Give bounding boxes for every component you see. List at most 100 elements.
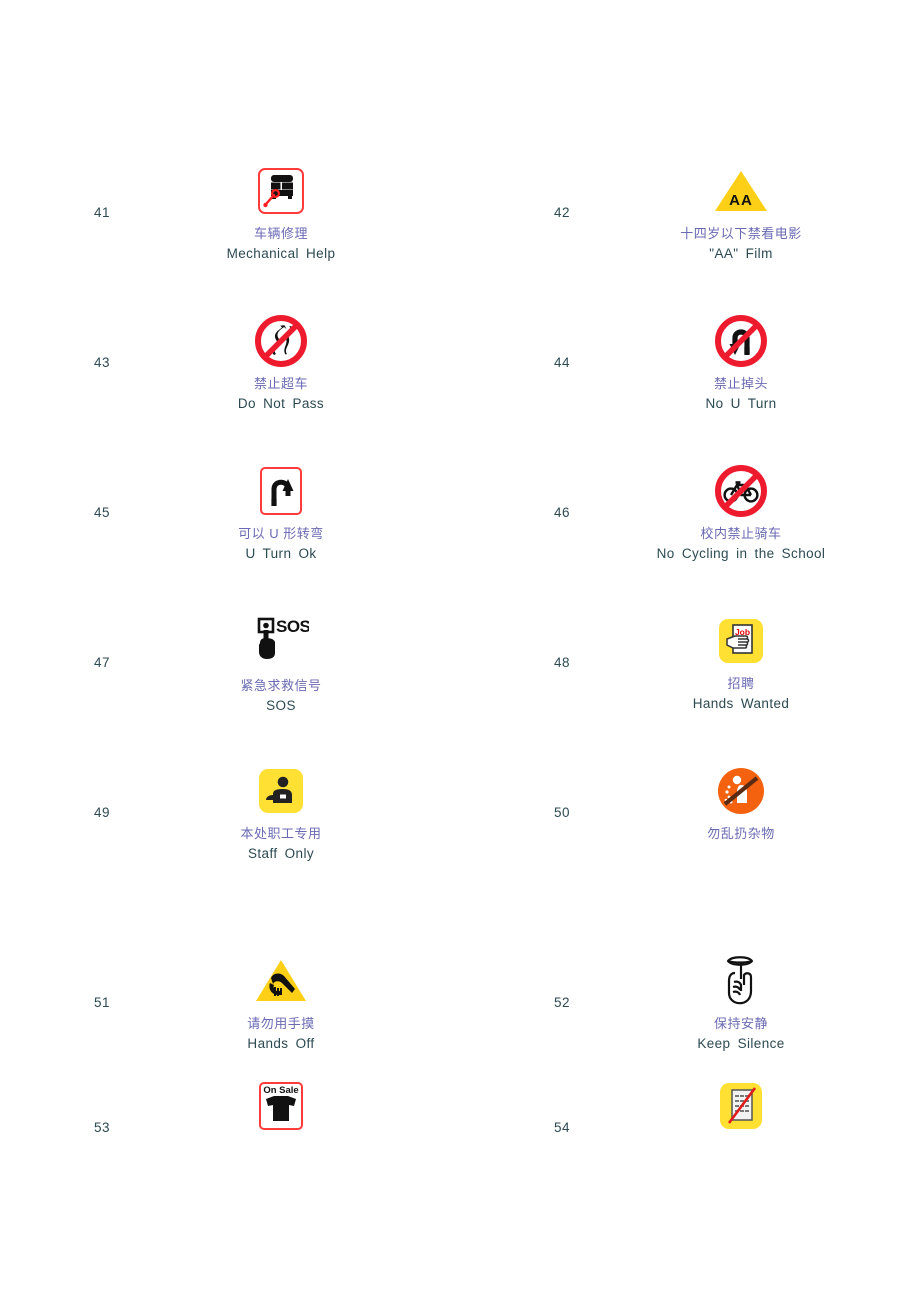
sign-caption-en: SOS	[266, 697, 296, 713]
sign-cell-51: 51 请勿用手摸 Hands Off	[0, 960, 460, 1054]
sign-icon-wrap	[720, 1077, 762, 1135]
sign-number: 49	[93, 805, 110, 820]
sign-icon-wrap: Job	[719, 612, 763, 670]
sign-body: Job 招聘 Hands Wanted	[562, 619, 920, 714]
sign-number: 53	[93, 1120, 110, 1135]
sign-cell-49: 49 本处职工专用 Staff Only	[0, 769, 460, 864]
sign-body: AA 十四岁以下禁看电影 "AA" Film	[562, 171, 920, 264]
sign-row: 45 可以 U 形转弯 U Turn Ok 46 校内禁止骑车 No Cycli…	[0, 465, 920, 564]
sign-row: 51 请勿用手摸 Hands Off 52 保持安静 Keep Silence	[0, 956, 920, 1054]
sign-number: 51	[93, 995, 110, 1010]
sign-caption-en: Do Not Pass	[237, 395, 325, 411]
sign-cell-54: 54	[460, 1083, 920, 1140]
staff-only-badge-person-icon	[259, 769, 303, 813]
sign-icon-wrap: On Sale	[259, 1077, 303, 1135]
sign-body: On Sale	[102, 1082, 460, 1140]
sign-cell-41: 41 车辆修理 Mechanical Help	[0, 168, 460, 264]
sign-icon-wrap	[252, 952, 310, 1010]
sign-row: 41 车辆修理 Mechanical Help 42 AA 十四岁以下禁看电影 …	[0, 168, 920, 264]
sign-caption-cn: 校内禁止骑车	[700, 526, 782, 541]
sign-cell-45: 45 可以 U 形转弯 U Turn Ok	[0, 467, 460, 564]
sign-cell-44: 44 禁止掉头 No U Turn	[460, 315, 920, 414]
signs-catalog-page: 41 车辆修理 Mechanical Help 42 AA 十四岁以下禁看电影 …	[0, 0, 920, 1302]
sos-label: SOS	[276, 617, 309, 636]
sign-body: 禁止掉头 No U Turn	[562, 315, 920, 414]
sign-icon-wrap	[714, 462, 768, 520]
sign-number: 50	[553, 805, 570, 820]
sign-cell-50: 50 勿乱扔杂物	[460, 768, 920, 864]
sign-caption-cn: 车辆修理	[253, 226, 308, 241]
sign-cell-52: 52 保持安静 Keep Silence	[460, 956, 920, 1054]
sign-body: 车辆修理 Mechanical Help	[102, 168, 460, 264]
sign-caption-en: Mechanical Help	[226, 245, 336, 261]
sign-caption-en: No U Turn	[705, 395, 777, 411]
sos-button-hand-icon: SOS	[257, 617, 309, 659]
sign-caption-cn: 十四岁以下禁看电影	[680, 226, 802, 241]
no-cycling-icon	[715, 465, 767, 517]
sign-number: 44	[553, 355, 570, 370]
sign-icon-wrap	[718, 950, 764, 1010]
bus-wrench-mechanical-help-icon	[258, 168, 304, 214]
sign-caption-en: "AA" Film	[709, 245, 773, 261]
job-hands-wanted-icon: Job	[719, 619, 763, 663]
sign-body: 禁止超车 Do Not Pass	[102, 315, 460, 414]
sign-cell-47: 47 SOS 紧急求救信号 SOS	[0, 617, 460, 716]
sign-caption-cn: 保持安静	[713, 1016, 768, 1031]
on-sale-tshirt-icon: On Sale	[259, 1082, 303, 1130]
sign-row: 53 On Sale 54	[0, 1082, 920, 1140]
sign-caption-en: Hands Off	[247, 1035, 315, 1051]
sign-body: 可以 U 形转弯 U Turn Ok	[102, 467, 460, 564]
sign-caption-cn: 禁止掉头	[713, 376, 768, 391]
sign-icon-wrap	[259, 762, 303, 820]
sign-icon-wrap	[715, 762, 767, 820]
sign-body: 保持安静 Keep Silence	[562, 956, 920, 1054]
sign-number: 47	[93, 655, 110, 670]
yellow-triangle-aa-film-icon: AA	[715, 171, 767, 211]
aa-label: AA	[729, 192, 753, 209]
sign-cell-46: 46 校内禁止骑车 No Cycling in the School	[460, 465, 920, 564]
sign-caption-cn: 勿乱扔杂物	[707, 826, 775, 841]
sign-caption-en: No Cycling in the School	[656, 545, 826, 561]
sign-caption-en: Staff Only	[247, 845, 315, 861]
sign-body: SOS 紧急求救信号 SOS	[102, 617, 460, 716]
sign-icon-wrap: SOS	[253, 610, 309, 672]
sign-cell-48: 48 Job 招聘 Hands Wanted	[460, 619, 920, 716]
sign-number: 52	[553, 995, 570, 1010]
sign-number: 41	[93, 205, 110, 220]
sign-body	[562, 1083, 920, 1140]
sign-caption-cn: 可以 U 形转弯	[238, 526, 324, 541]
tshirt-glyph	[266, 1096, 296, 1122]
sign-cell-53: 53 On Sale	[0, 1082, 460, 1140]
sign-icon-wrap	[254, 312, 308, 370]
sign-caption-cn: 招聘	[727, 676, 755, 691]
sign-number: 54	[553, 1120, 570, 1135]
no-documents-crossed-out-icon	[720, 1083, 762, 1129]
sign-icon-wrap	[258, 162, 304, 220]
sign-caption-en: Hands Wanted	[692, 695, 790, 711]
no-littering-icon	[718, 768, 764, 814]
sign-number: 43	[93, 355, 110, 370]
no-u-turn-icon	[715, 315, 767, 367]
sign-number: 46	[553, 505, 570, 520]
sign-caption-en: Keep Silence	[697, 1035, 785, 1051]
on-sale-label: On Sale	[263, 1085, 299, 1096]
sign-body: 校内禁止骑车 No Cycling in the School	[562, 465, 920, 564]
sign-row: 43 禁止超车 Do Not Pass 44 禁止掉头 No U Turn	[0, 315, 920, 414]
sign-body: 本处职工专用 Staff Only	[102, 769, 460, 864]
sign-icon-wrap: AA	[712, 162, 770, 220]
sign-icon-wrap	[714, 312, 768, 370]
sign-caption-cn: 本处职工专用	[240, 826, 322, 841]
sign-caption-en: U Turn Ok	[245, 545, 317, 561]
sign-icon-wrap	[260, 462, 302, 520]
u-turn-ok-icon	[260, 467, 302, 515]
sign-number: 45	[93, 505, 110, 520]
sign-caption-cn: 请勿用手摸	[247, 1016, 315, 1031]
no-overtaking-icon	[255, 315, 307, 367]
sign-cell-43: 43 禁止超车 Do Not Pass	[0, 315, 460, 414]
sign-caption-cn: 紧急求救信号	[240, 678, 322, 693]
sign-cell-42: 42 AA 十四岁以下禁看电影 "AA" Film	[460, 171, 920, 264]
sign-number: 48	[553, 655, 570, 670]
sign-caption-cn: 禁止超车	[253, 376, 308, 391]
sign-row: 49 本处职工专用 Staff Only 50 勿乱扔杂物	[0, 768, 920, 864]
sign-body: 勿乱扔杂物	[562, 768, 920, 843]
